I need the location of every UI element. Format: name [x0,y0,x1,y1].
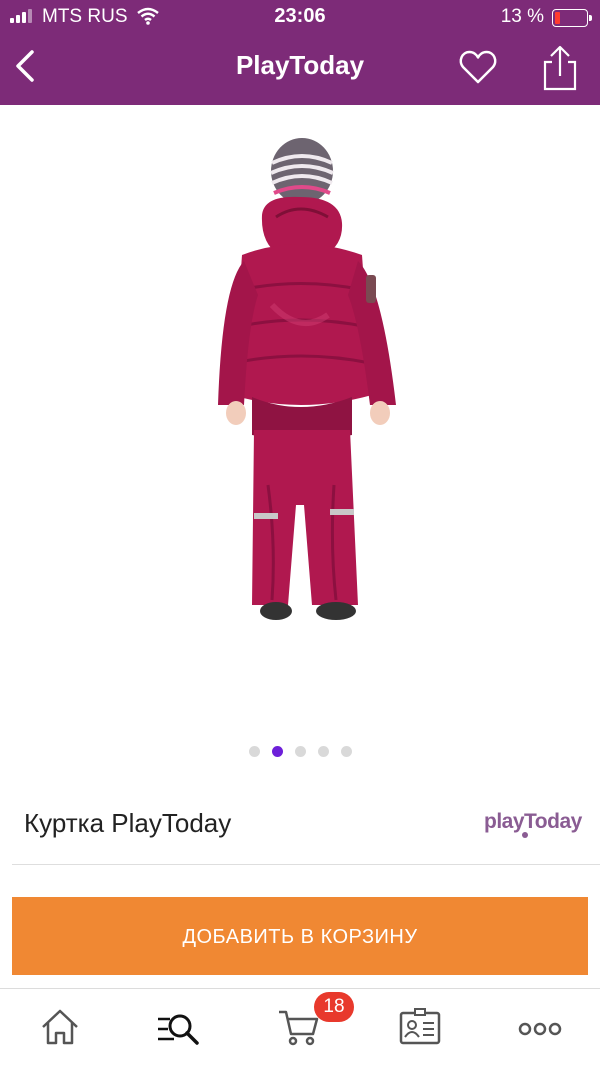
image-pager[interactable] [0,744,600,758]
pager-dot[interactable] [248,746,260,757]
profile-card-icon [399,1008,441,1045]
cart-count-badge: 18 [314,992,354,1022]
pager-dot[interactable] [271,746,283,757]
product-title: Куртка PlayToday [24,808,232,838]
tab-bar [0,988,600,1067]
battery-icon [552,9,592,27]
tab-home[interactable] [10,989,110,1067]
battery-percent: 13 % [500,6,544,27]
status-bar: MTS RUS 23:06 13 % [0,0,600,34]
add-to-cart-button[interactable]: ДОБАВИТЬ В КОРЗИНУ [12,897,588,975]
pager-dot[interactable] [294,746,306,757]
brand-logo: playToday [484,810,582,838]
header-bar: MTS RUS 23:06 13 % PlayToday [0,0,600,105]
favorite-heart-icon[interactable] [456,46,500,90]
divider [12,864,600,865]
product-photo[interactable] [0,105,600,725]
pager-dot[interactable] [317,746,329,757]
search-icon [158,1014,199,1045]
tab-more[interactable] [490,989,590,1067]
tab-profile[interactable] [370,989,470,1067]
share-icon[interactable] [538,44,582,92]
page-title: PlayToday [235,50,365,80]
pager-dot[interactable] [340,746,352,757]
home-icon [42,1009,78,1045]
more-icon [518,1022,562,1036]
tab-search[interactable] [129,989,229,1067]
